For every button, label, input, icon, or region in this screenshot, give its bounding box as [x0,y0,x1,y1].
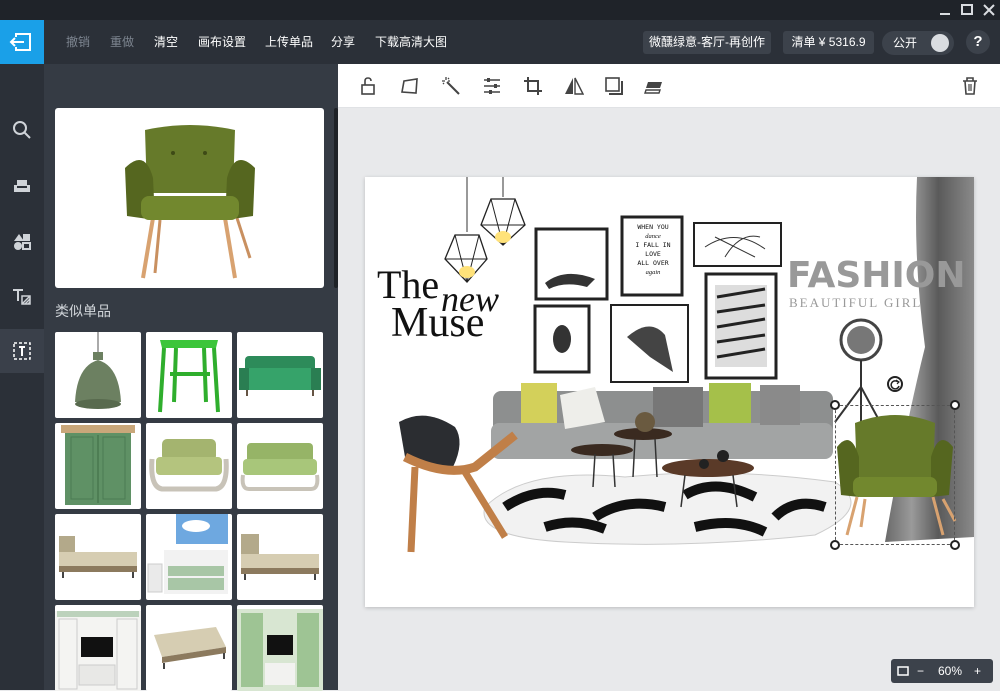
thumb-beige-daybed[interactable] [55,514,141,600]
public-toggle[interactable]: 公开 [882,31,954,55]
rail-text-box[interactable] [0,329,44,373]
delete-icon[interactable] [960,76,980,96]
thumb-green-wardrobe[interactable] [55,423,141,509]
redo-button[interactable]: 重做 [110,20,134,64]
thumb-green-stool[interactable] [146,332,232,418]
resize-handle-br[interactable] [950,540,960,550]
bill-button[interactable]: 清单 ¥ 5316.9 [783,31,874,54]
magic-wand-icon[interactable] [441,76,461,96]
clear-button[interactable]: 清空 [154,20,178,64]
asset-panel: 类似单品 [44,64,338,691]
rail-furniture[interactable] [0,164,44,208]
sofa-icon [14,180,30,192]
rotate-icon [890,379,900,390]
text-box-icon [13,342,31,360]
download-hd-button[interactable]: 下载高清大图 [375,20,447,64]
green-armchair-image [125,125,255,279]
close-icon[interactable] [980,1,998,19]
editor-toolbar [338,64,1000,108]
text-style-icon [13,289,31,305]
exit-icon [9,33,31,51]
resize-handle-bl[interactable] [830,540,840,550]
help-button[interactable]: ? [966,30,990,54]
resize-handle-tr[interactable] [950,400,960,410]
zoom-in-button[interactable]: + [974,659,981,683]
similar-items-title: 类似单品 [55,303,111,319]
beautiful-girl-text: BEAUTIFUL GIRL [789,295,923,310]
minimize-icon[interactable] [936,1,954,19]
exit-button[interactable] [0,20,44,64]
selection-box[interactable] [835,405,955,545]
shadow-icon[interactable] [604,76,624,96]
zoom-out-button[interactable]: − [917,659,924,683]
fit-screen-icon[interactable] [897,659,909,691]
thumb-green-tv-wall-unit[interactable] [237,605,323,691]
thumb-green-bench-sofa[interactable] [237,423,323,509]
thumb-tv-cabinet-sky[interactable] [146,514,232,600]
canvas-stage[interactable]: The new Muse FASHION BEAUTIFUL GIRL WHEN… [338,108,1000,690]
canvas-settings-button[interactable]: 画布设置 [198,20,246,64]
unlock-icon[interactable] [359,76,379,96]
toggle-knob [931,34,949,52]
poster-line-1: WHEN YOU [637,223,669,231]
moodboard-canvas[interactable]: The new Muse FASHION BEAUTIFUL GIRL WHEN… [365,177,974,607]
poster-line-3: I FALL IN [635,241,671,249]
thumb-green-sofa[interactable] [237,332,323,418]
headline-the: The [377,262,440,307]
rotate-handle[interactable] [887,376,903,392]
upload-item-button[interactable]: 上传单品 [265,20,313,64]
left-rail [0,64,44,690]
poster-line-5: ALL OVER [637,259,669,267]
layer-icon[interactable] [644,76,664,96]
headline-muse: Muse [391,300,485,346]
flip-icon[interactable] [564,76,585,96]
thumb-green-loveseat[interactable] [146,423,232,509]
resize-handle-tl[interactable] [830,400,840,410]
public-label: 公开 [893,36,918,50]
thumb-white-tv-wall-unit[interactable] [55,605,141,691]
thumb-green-pendant-lamp[interactable] [55,332,141,418]
rail-text-style[interactable] [0,274,44,318]
fashion-heading: FASHION [787,255,966,296]
zoom-control: − 60% + [891,659,993,683]
transform-icon[interactable] [400,76,420,96]
poster-text: WHEN YOU dance I FALL IN LOVE ALL OVER a… [627,223,679,277]
adjust-icon[interactable] [482,76,502,96]
materials-icon [14,234,31,250]
undo-button[interactable]: 撤销 [66,20,90,64]
poster-line-4: LOVE [645,250,661,258]
thumb-beige-sofa-bed[interactable] [237,514,323,600]
selected-item-preview[interactable] [55,108,324,288]
main-toolbar: 撤销 重做 清空 画布设置 上传单品 分享 下载高清大图 微醺绿意-客厅-再创作… [0,20,1000,64]
rail-materials[interactable] [0,219,44,263]
poster-line-2: dance [645,233,661,240]
zoom-level: 60% [938,664,963,678]
crop-icon[interactable] [523,76,543,96]
poster-line-6: again [645,269,661,276]
rail-search[interactable] [0,108,44,152]
share-button[interactable]: 分享 [331,20,355,64]
project-name[interactable]: 微醺绿意-客厅-再创作 [643,31,771,54]
maximize-icon[interactable] [958,1,976,19]
title-bar [0,0,1000,20]
thumb-beige-bed-frame[interactable] [146,605,232,691]
search-icon [13,121,31,139]
